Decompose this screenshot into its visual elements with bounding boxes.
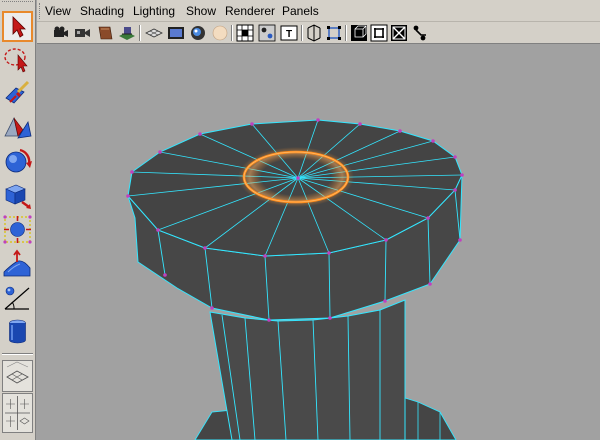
move-tool-button[interactable]	[2, 112, 33, 143]
single-perspective-layout-button[interactable]	[2, 360, 33, 392]
universal-manipulator-icon	[3, 215, 32, 244]
smooth-shade-button[interactable]	[258, 24, 276, 42]
toolbar-separator	[231, 25, 233, 41]
wireframe-button[interactable]	[236, 24, 254, 42]
last-tool-used-icon	[9, 319, 26, 344]
svg-text:T: T	[286, 29, 292, 40]
menu-view[interactable]: View	[45, 4, 71, 18]
select-camera-button[interactable]	[52, 24, 70, 42]
lasso-tool-button[interactable]	[2, 44, 33, 75]
soft-modification-button[interactable]	[2, 248, 33, 279]
camera-attributes-button[interactable]	[74, 24, 92, 42]
bookmarks-icon	[98, 26, 113, 40]
mesh-scene	[126, 118, 464, 440]
high-quality-icon	[370, 24, 388, 42]
menu-shading[interactable]: Shading	[80, 4, 124, 18]
grid-button[interactable]	[145, 24, 163, 42]
use-default-material-icon: T	[280, 25, 298, 41]
soft-modification-icon	[3, 249, 31, 277]
perspective-viewport[interactable]	[37, 44, 600, 440]
shadows-icon	[391, 25, 407, 41]
show-manipulator-button[interactable]	[2, 282, 33, 313]
textured-button[interactable]	[350, 24, 368, 42]
film-gate-button[interactable]	[167, 24, 185, 42]
four-view-layout-icon	[5, 396, 30, 430]
xray-joints-icon	[327, 26, 341, 40]
toolbar-separator	[301, 25, 303, 41]
shadows-button[interactable]	[390, 24, 408, 42]
paint-select-tool-button[interactable]	[2, 78, 33, 109]
image-plane-icon	[119, 27, 135, 40]
rotate-tool-icon	[5, 148, 32, 173]
menu-lighting[interactable]: Lighting	[133, 4, 175, 18]
resolution-gate-icon	[191, 26, 205, 40]
high-quality-button[interactable]	[370, 24, 388, 42]
grid-icon	[145, 28, 163, 38]
four-view-layout-button[interactable]	[2, 393, 33, 433]
image-plane-button[interactable]	[118, 24, 136, 42]
safe-frame-icon	[413, 25, 426, 41]
menu-show[interactable]: Show	[186, 4, 216, 18]
show-manipulator-icon	[4, 286, 30, 310]
paint-select-icon	[5, 80, 30, 104]
xray-button[interactable]	[211, 24, 229, 42]
safe-frame-button[interactable]	[411, 24, 429, 42]
scale-tool-button[interactable]	[2, 180, 33, 211]
tool-box	[0, 0, 36, 440]
toolbox-grip[interactable]	[2, 1, 33, 5]
move-tool-icon	[4, 116, 32, 139]
wireframe-icon	[236, 24, 254, 42]
single-perspective-layout-icon	[6, 361, 29, 384]
toolbar-separator	[139, 25, 141, 41]
camera-attributes-icon	[75, 29, 90, 37]
toolbar-separator	[345, 25, 347, 41]
select-tool-button[interactable]	[2, 11, 33, 42]
menu-renderer[interactable]: Renderer	[225, 4, 275, 18]
universal-manipulator-button[interactable]	[2, 214, 33, 245]
scale-tool-icon	[5, 184, 31, 209]
panel-menu-bar: View Shading Lighting Show Renderer Pane…	[37, 0, 600, 22]
use-default-material-button[interactable]: T	[280, 24, 298, 42]
menu-panels[interactable]: Panels	[282, 4, 319, 18]
smooth-shade-icon	[258, 24, 276, 42]
menu-grip[interactable]	[39, 3, 43, 19]
column-shaft[interactable]	[209, 299, 406, 440]
panel-toolbar: T	[37, 22, 600, 44]
isolate-select-icon	[307, 24, 321, 42]
select-camera-icon	[54, 26, 68, 37]
manipulator-ring[interactable]	[238, 147, 354, 207]
film-gate-icon	[168, 27, 184, 39]
lasso-select-icon	[4, 48, 28, 73]
xray-joints-button[interactable]	[325, 24, 343, 42]
textured-icon	[351, 25, 367, 41]
rotate-tool-button[interactable]	[2, 146, 33, 177]
isolate-select-button[interactable]	[305, 24, 323, 42]
xray-icon	[212, 25, 228, 41]
bookmarks-button[interactable]	[96, 24, 114, 42]
select-arrow-icon	[12, 16, 26, 38]
last-tool-used-button[interactable]	[2, 316, 33, 347]
toolbox-divider	[2, 353, 33, 355]
resolution-gate-button[interactable]	[189, 24, 207, 42]
